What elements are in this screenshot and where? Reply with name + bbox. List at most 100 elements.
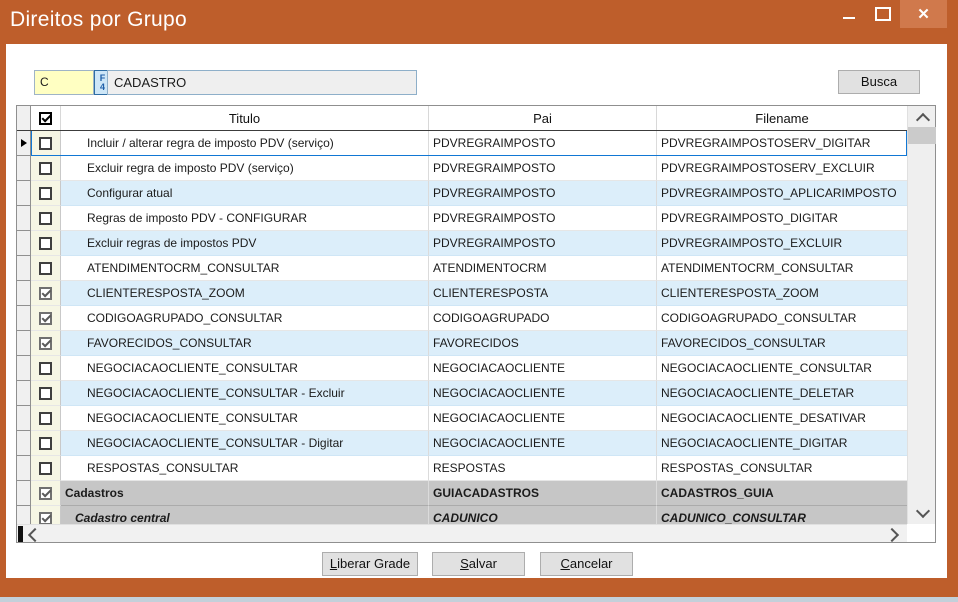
row-checkbox[interactable] <box>39 437 52 450</box>
salvar-button[interactable]: Salvar <box>432 552 525 576</box>
row-checkbox[interactable] <box>39 287 52 300</box>
row-checkbox[interactable] <box>39 137 52 150</box>
row-checkbox[interactable] <box>39 212 52 225</box>
row-checkbox[interactable] <box>39 487 52 500</box>
salvar-accel: S <box>460 556 469 571</box>
row-checkbox-cell[interactable] <box>31 181 61 206</box>
cell-filename: RESPOSTAS_CONSULTAR <box>657 456 907 481</box>
row-checkbox-cell[interactable] <box>31 456 61 481</box>
cell-titulo: Excluir regras de impostos PDV <box>61 231 429 256</box>
table-row[interactable]: NEGOCIACAOCLIENTE_CONSULTAR NEGOCIACAOCL… <box>17 356 907 381</box>
row-checkbox-cell[interactable] <box>31 156 61 181</box>
table-row[interactable]: Excluir regras de impostos PDV PDVREGRAI… <box>17 231 907 256</box>
row-checkbox-cell[interactable] <box>31 231 61 256</box>
table-row[interactable]: NEGOCIACAOCLIENTE_CONSULTAR NEGOCIACAOCL… <box>17 406 907 431</box>
cell-titulo: Cadastro central <box>61 506 429 524</box>
maximize-button[interactable] <box>866 0 900 28</box>
table-row[interactable]: FAVORECIDOS_CONSULTAR FAVORECIDOS FAVORE… <box>17 331 907 356</box>
close-button[interactable]: ✕ <box>900 0 947 28</box>
scroll-left-icon[interactable] <box>28 528 42 542</box>
scroll-up-icon[interactable] <box>916 113 930 127</box>
row-indicator-cell <box>17 231 31 256</box>
row-checkbox[interactable] <box>39 187 52 200</box>
row-checkbox[interactable] <box>39 312 52 325</box>
cell-filename: PDVREGRAIMPOSTO_EXCLUIR <box>657 231 907 256</box>
cell-pai: PDVREGRAIMPOSTO <box>429 156 657 181</box>
table-row[interactable]: Configurar atual PDVREGRAIMPOSTO PDVREGR… <box>17 181 907 206</box>
column-header-filename[interactable]: Filename <box>657 106 907 130</box>
row-checkbox[interactable] <box>39 387 52 400</box>
row-checkbox[interactable] <box>39 462 52 475</box>
close-icon: ✕ <box>917 7 930 22</box>
scroll-down-icon[interactable] <box>916 504 930 518</box>
liberar-rest: iberar Grade <box>337 556 410 571</box>
cell-pai: CODIGOAGRUPADO <box>429 306 657 331</box>
column-header-titulo[interactable]: Titulo <box>61 106 429 130</box>
table-row[interactable]: Cadastros GUIACADASTROS CADASTROS_GUIA <box>17 481 907 506</box>
select-all-checkbox[interactable] <box>39 112 52 125</box>
cell-pai: NEGOCIACAOCLIENTE <box>429 431 657 456</box>
grid-header: Titulo Pai Filename <box>17 106 907 131</box>
row-checkbox-cell[interactable] <box>31 356 61 381</box>
row-indicator-cell <box>17 431 31 456</box>
cell-filename: NEGOCIACAOCLIENTE_DELETAR <box>657 381 907 406</box>
cancelar-button[interactable]: Cancelar <box>540 552 633 576</box>
column-header-pai[interactable]: Pai <box>429 106 657 130</box>
row-checkbox-cell[interactable] <box>31 281 61 306</box>
cell-filename: PDVREGRAIMPOSTOSERV_DIGITAR <box>657 131 907 156</box>
row-checkbox-cell[interactable] <box>31 481 61 506</box>
row-checkbox[interactable] <box>39 512 52 525</box>
row-checkbox[interactable] <box>39 337 52 350</box>
row-checkbox[interactable] <box>39 162 52 175</box>
cell-filename: NEGOCIACAOCLIENTE_CONSULTAR <box>657 356 907 381</box>
table-row[interactable]: NEGOCIACAOCLIENTE_CONSULTAR - Excluir NE… <box>17 381 907 406</box>
table-row[interactable]: RESPOSTAS_CONSULTAR RESPOSTAS RESPOSTAS_… <box>17 456 907 481</box>
group-code-input[interactable]: C <box>34 70 94 95</box>
cell-titulo: Cadastros <box>61 481 429 506</box>
table-row[interactable]: Excluir regra de imposto PDV (serviço) P… <box>17 156 907 181</box>
row-checkbox-cell[interactable] <box>31 131 61 156</box>
row-checkbox[interactable] <box>39 262 52 275</box>
table-row[interactable]: ATENDIMENTOCRM_CONSULTAR ATENDIMENTOCRM … <box>17 256 907 281</box>
row-checkbox-cell[interactable] <box>31 206 61 231</box>
table-row[interactable]: CODIGOAGRUPADO_CONSULTAR CODIGOAGRUPADO … <box>17 306 907 331</box>
row-checkbox[interactable] <box>39 412 52 425</box>
row-indicator-cell <box>17 381 31 406</box>
row-indicator-cell <box>17 281 31 306</box>
cell-pai: GUIACADASTROS <box>429 481 657 506</box>
row-checkbox-cell[interactable] <box>31 256 61 281</box>
row-checkbox[interactable] <box>39 362 52 375</box>
row-checkbox-cell[interactable] <box>31 306 61 331</box>
cancelar-accel: C <box>560 556 569 571</box>
row-checkbox[interactable] <box>39 237 52 250</box>
cell-pai: RESPOSTAS <box>429 456 657 481</box>
table-row[interactable]: Incluir / alterar regra de imposto PDV (… <box>17 131 907 156</box>
row-checkbox-cell[interactable] <box>31 431 61 456</box>
row-checkbox-cell[interactable] <box>31 381 61 406</box>
minimize-button[interactable] <box>832 0 866 28</box>
table-row[interactable]: CLIENTERESPOSTA_ZOOM CLIENTERESPOSTA CLI… <box>17 281 907 306</box>
row-checkbox-cell[interactable] <box>31 331 61 356</box>
horizontal-scrollbar-mark <box>18 526 23 542</box>
liberar-grade-button[interactable]: Liberar Grade <box>322 552 418 576</box>
row-checkbox-cell[interactable] <box>31 506 61 524</box>
vertical-scrollbar-thumb[interactable] <box>908 127 936 144</box>
header-checkbox-cell[interactable] <box>31 106 61 130</box>
table-row[interactable]: Cadastro central CADUNICO CADUNICO_CONSU… <box>17 506 907 524</box>
row-indicator-cell <box>17 331 31 356</box>
table-row[interactable]: Regras de imposto PDV - CONFIGURAR PDVRE… <box>17 206 907 231</box>
maximize-icon <box>875 7 891 21</box>
window-border-right <box>947 44 958 578</box>
cell-titulo: CODIGOAGRUPADO_CONSULTAR <box>61 306 429 331</box>
group-name-input[interactable]: CADASTRO <box>107 70 417 95</box>
grid-body: Incluir / alterar regra de imposto PDV (… <box>17 131 907 524</box>
cell-pai: CADUNICO <box>429 506 657 524</box>
table-row[interactable]: NEGOCIACAOCLIENTE_CONSULTAR - Digitar NE… <box>17 431 907 456</box>
row-checkbox-cell[interactable] <box>31 406 61 431</box>
vertical-scrollbar[interactable] <box>907 106 935 524</box>
row-indicator-cell <box>17 131 31 156</box>
horizontal-scrollbar[interactable] <box>17 524 907 542</box>
busca-button[interactable]: Busca <box>838 70 920 94</box>
scroll-right-icon[interactable] <box>885 528 899 542</box>
row-indicator-cell <box>17 156 31 181</box>
